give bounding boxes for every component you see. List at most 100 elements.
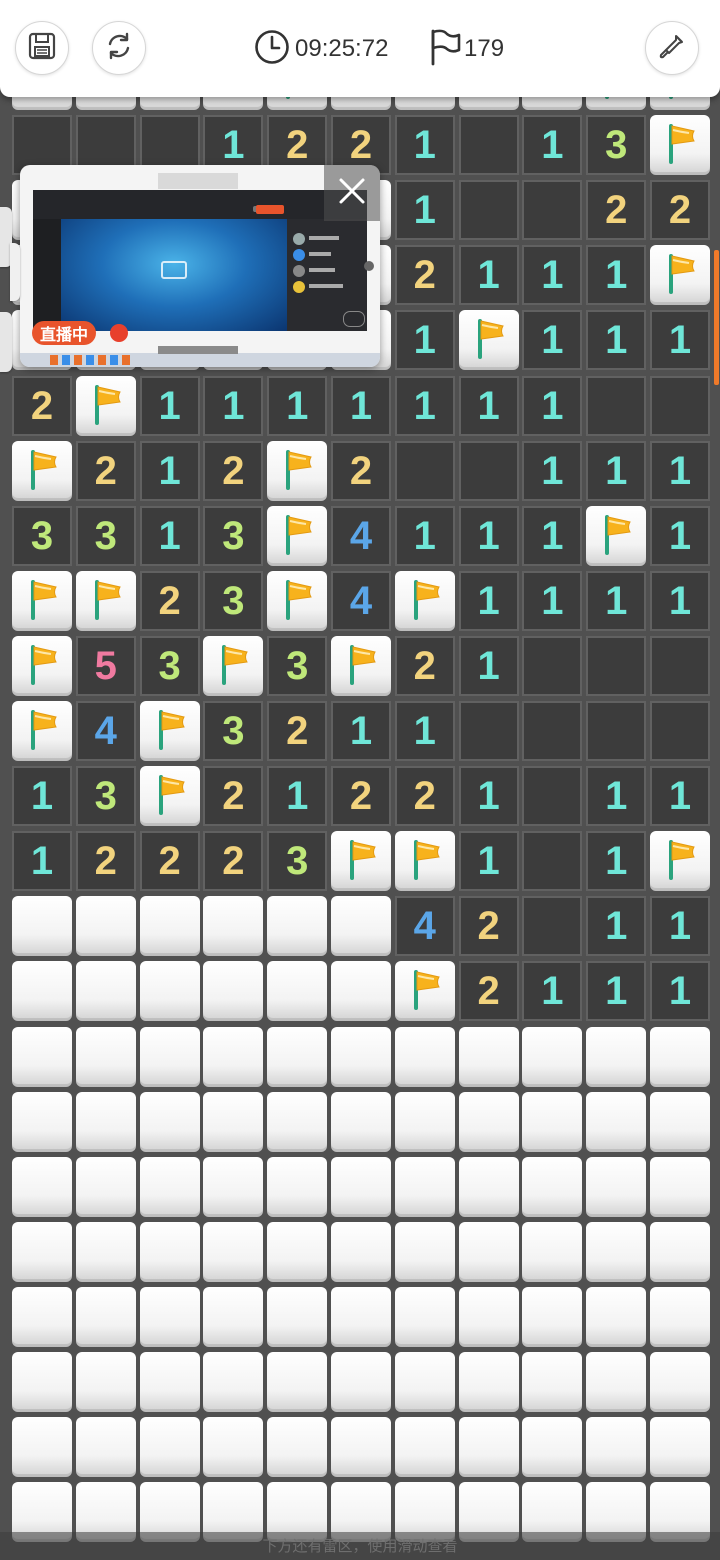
number-cell[interactable]: 2 xyxy=(586,180,647,241)
number-cell[interactable]: 1 xyxy=(139,375,200,436)
closed-cell[interactable] xyxy=(267,961,328,1022)
number-cell[interactable]: 1 xyxy=(203,375,264,436)
flagged-cell[interactable] xyxy=(75,570,136,631)
open-cell[interactable] xyxy=(586,375,647,436)
number-cell[interactable]: 3 xyxy=(203,505,264,566)
number-cell[interactable]: 4 xyxy=(331,505,391,566)
number-cell[interactable]: 1 xyxy=(650,505,710,566)
shovel-tool-button[interactable] xyxy=(645,21,699,75)
number-cell[interactable]: 1 xyxy=(586,310,647,371)
open-cell[interactable] xyxy=(522,635,583,696)
number-cell[interactable]: 1 xyxy=(522,310,583,371)
flagged-cell[interactable] xyxy=(650,115,710,176)
number-cell[interactable]: 1 xyxy=(458,375,519,436)
number-cell[interactable]: 2 xyxy=(203,440,264,501)
number-cell[interactable]: 3 xyxy=(267,635,328,696)
flagged-cell[interactable] xyxy=(331,831,391,892)
closed-cell[interactable] xyxy=(522,1221,583,1282)
closed-cell[interactable] xyxy=(203,1091,264,1152)
closed-cell[interactable] xyxy=(12,961,72,1022)
flagged-cell[interactable] xyxy=(586,505,647,566)
closed-cell[interactable] xyxy=(267,1352,328,1412)
closed-cell[interactable] xyxy=(586,1352,647,1412)
closed-cell[interactable] xyxy=(586,1417,647,1478)
stream-video[interactable] xyxy=(33,190,367,331)
closed-cell[interactable] xyxy=(586,1091,647,1152)
closed-cell[interactable] xyxy=(650,1417,710,1478)
closed-cell[interactable] xyxy=(203,1221,264,1282)
closed-cell[interactable] xyxy=(75,1091,136,1152)
number-cell[interactable]: 2 xyxy=(394,635,455,696)
number-cell[interactable]: 1 xyxy=(394,115,455,176)
flagged-cell[interactable] xyxy=(12,440,72,501)
open-cell[interactable] xyxy=(522,896,583,957)
closed-cell[interactable] xyxy=(650,1091,710,1152)
closed-cell[interactable] xyxy=(586,1026,647,1087)
number-cell[interactable]: 2 xyxy=(458,961,519,1022)
closed-cell[interactable] xyxy=(203,1156,264,1217)
closed-cell[interactable] xyxy=(139,1156,200,1217)
flagged-cell[interactable] xyxy=(139,766,200,827)
closed-cell[interactable] xyxy=(267,1417,328,1478)
closed-cell[interactable] xyxy=(458,1352,519,1412)
number-cell[interactable]: 1 xyxy=(458,635,519,696)
closed-cell[interactable] xyxy=(12,1156,72,1217)
number-cell[interactable]: 4 xyxy=(331,570,391,631)
closed-cell[interactable] xyxy=(12,1026,72,1087)
flagged-cell[interactable] xyxy=(267,570,328,631)
number-cell[interactable]: 1 xyxy=(586,570,647,631)
closed-cell[interactable] xyxy=(394,1221,455,1282)
number-cell[interactable]: 1 xyxy=(522,245,583,306)
closed-cell[interactable] xyxy=(267,896,328,957)
open-cell[interactable] xyxy=(458,115,519,176)
number-cell[interactable]: 2 xyxy=(267,701,328,761)
number-cell[interactable]: 1 xyxy=(650,766,710,827)
number-cell[interactable]: 3 xyxy=(586,115,647,176)
closed-cell[interactable] xyxy=(522,1417,583,1478)
closed-cell[interactable] xyxy=(331,1286,391,1347)
closed-cell[interactable] xyxy=(75,1352,136,1412)
floating-window-handle[interactable] xyxy=(10,243,20,301)
number-cell[interactable]: 3 xyxy=(267,831,328,892)
flagged-cell[interactable] xyxy=(12,635,72,696)
closed-cell[interactable] xyxy=(139,1286,200,1347)
number-cell[interactable]: 3 xyxy=(12,505,72,566)
number-cell[interactable]: 1 xyxy=(586,961,647,1022)
number-cell[interactable]: 1 xyxy=(458,245,519,306)
number-cell[interactable]: 1 xyxy=(394,310,455,371)
closed-cell[interactable] xyxy=(267,1286,328,1347)
number-cell[interactable]: 3 xyxy=(203,701,264,761)
number-cell[interactable]: 3 xyxy=(139,635,200,696)
number-cell[interactable]: 1 xyxy=(522,115,583,176)
flagged-cell[interactable] xyxy=(458,310,519,371)
number-cell[interactable]: 1 xyxy=(267,766,328,827)
closed-cell[interactable] xyxy=(267,1026,328,1087)
number-cell[interactable]: 1 xyxy=(650,896,710,957)
number-cell[interactable]: 2 xyxy=(12,375,72,436)
open-cell[interactable] xyxy=(586,701,647,761)
number-cell[interactable]: 2 xyxy=(331,766,391,827)
drag-dot-icon[interactable] xyxy=(364,261,374,271)
number-cell[interactable]: 1 xyxy=(650,570,710,631)
flagged-cell[interactable] xyxy=(394,570,455,631)
flagged-cell[interactable] xyxy=(267,505,328,566)
closed-cell[interactable] xyxy=(203,896,264,957)
closed-cell[interactable] xyxy=(650,1352,710,1412)
number-cell[interactable]: 2 xyxy=(458,896,519,957)
open-cell[interactable] xyxy=(394,440,455,501)
number-cell[interactable]: 2 xyxy=(394,245,455,306)
open-cell[interactable] xyxy=(522,831,583,892)
closed-cell[interactable] xyxy=(586,1156,647,1217)
number-cell[interactable]: 2 xyxy=(203,766,264,827)
closed-cell[interactable] xyxy=(331,1221,391,1282)
number-cell[interactable]: 2 xyxy=(650,180,710,241)
flagged-cell[interactable] xyxy=(12,701,72,761)
closed-cell[interactable] xyxy=(331,1352,391,1412)
number-cell[interactable]: 1 xyxy=(650,310,710,371)
number-cell[interactable]: 1 xyxy=(458,831,519,892)
closed-cell[interactable] xyxy=(458,1221,519,1282)
open-cell[interactable] xyxy=(522,766,583,827)
closed-cell[interactable] xyxy=(331,896,391,957)
closed-cell[interactable] xyxy=(267,1091,328,1152)
flagged-cell[interactable] xyxy=(394,961,455,1022)
